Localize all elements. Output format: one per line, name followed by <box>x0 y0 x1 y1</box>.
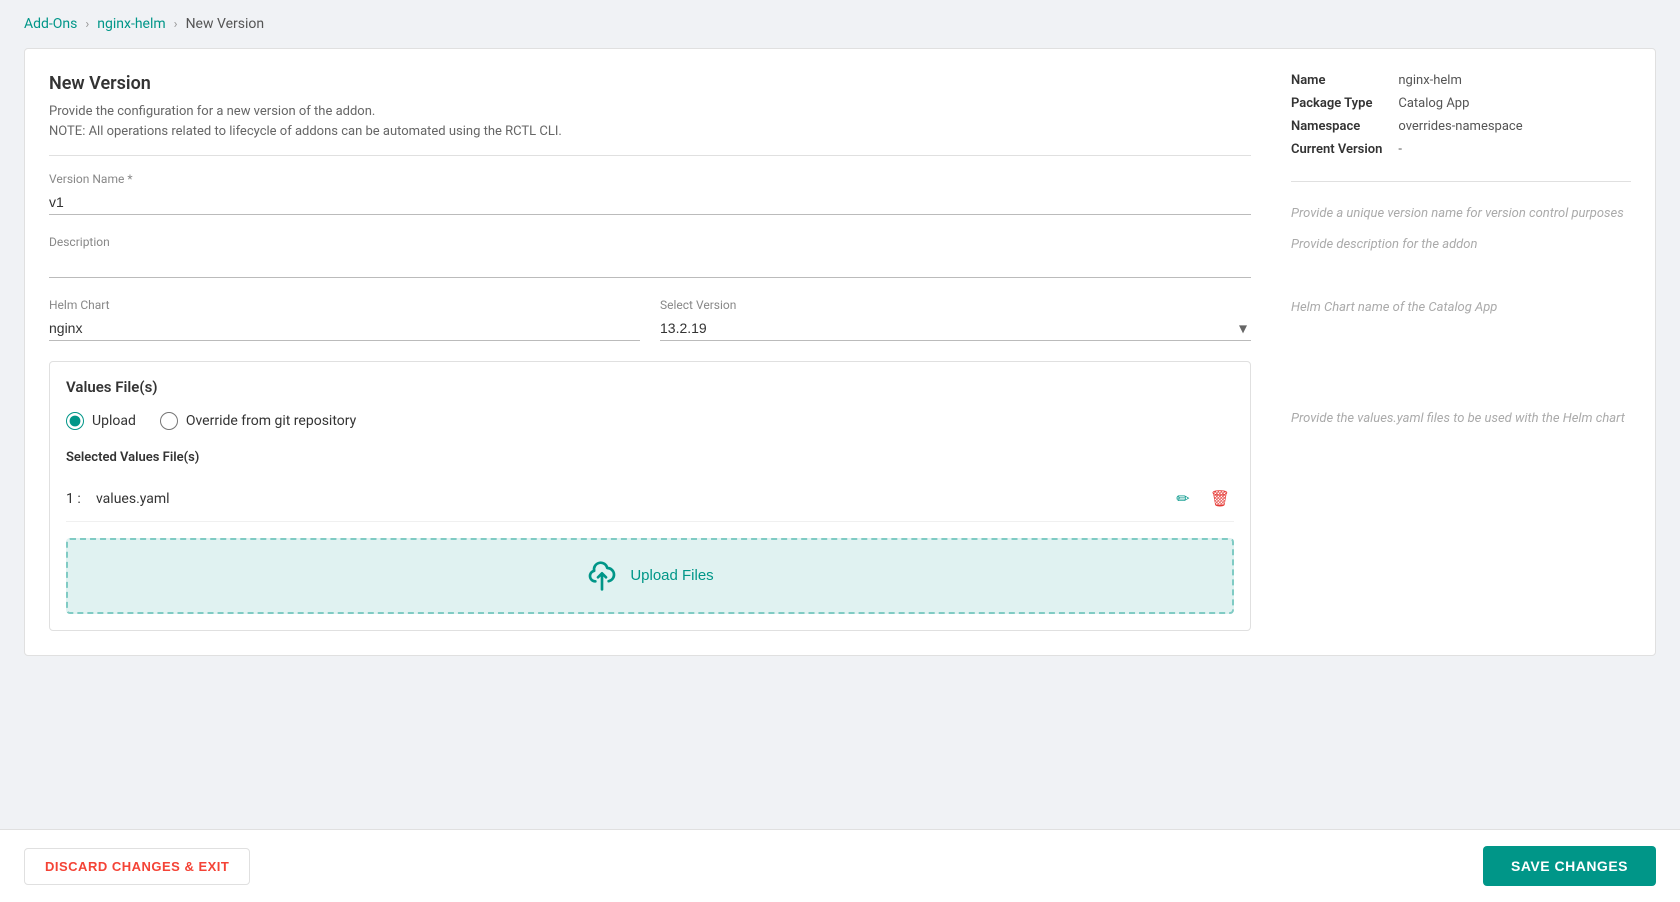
save-button[interactable]: SAVE CHANGES <box>1483 846 1656 886</box>
selected-files-label: Selected Values File(s) <box>66 450 1234 465</box>
breadcrumb-addon-link[interactable]: nginx-helm <box>97 16 165 32</box>
breadcrumb-sep-2: › <box>174 17 178 32</box>
version-name-label: Version Name * <box>49 172 1251 186</box>
divider-1 <box>49 155 1251 156</box>
main-content: New Version Provide the configuration fo… <box>0 48 1680 829</box>
description-label: Description <box>49 235 1251 249</box>
delete-file-button[interactable]: 🗑 <box>1206 485 1234 513</box>
divider-right-1 <box>1291 181 1631 182</box>
edit-icon: ✏ <box>1176 489 1189 509</box>
file-actions: ✏ 🗑 <box>1172 485 1234 513</box>
info-package-type-value: Catalog App <box>1398 96 1631 111</box>
card: New Version Provide the configuration fo… <box>24 48 1656 656</box>
select-version-label: Select Version <box>660 298 1251 312</box>
radio-upload-label: Upload <box>92 413 136 429</box>
values-files-box: Values File(s) Upload Override from git … <box>49 361 1251 631</box>
select-version-wrapper: 13.2.19 13.2.18 13.2.17 ▾ <box>660 316 1251 341</box>
radio-override-label: Override from git repository <box>186 413 356 429</box>
upload-files-label: Upload Files <box>630 567 713 584</box>
info-name-value: nginx-helm <box>1398 73 1631 88</box>
file-index: 1 : <box>66 491 96 507</box>
radio-group: Upload Override from git repository <box>66 412 1234 430</box>
breadcrumb-sep-1: › <box>85 17 89 32</box>
description-input[interactable] <box>49 253 1251 278</box>
helm-chart-hint: Helm Chart name of the Catalog App <box>1291 300 1631 315</box>
info-namespace-value: overrides-namespace <box>1398 119 1631 134</box>
radio-override-option[interactable]: Override from git repository <box>160 412 356 430</box>
upload-cloud-icon <box>586 560 618 592</box>
values-files-hint: Provide the values.yaml files to be used… <box>1291 411 1631 426</box>
edit-file-button[interactable]: ✏ <box>1172 485 1193 513</box>
select-version-col: Select Version 13.2.19 13.2.18 13.2.17 ▾ <box>660 298 1251 341</box>
helm-chart-col: Helm Chart <box>49 298 640 341</box>
breadcrumb-addons-link[interactable]: Add-Ons <box>24 16 77 32</box>
helm-chart-input[interactable] <box>49 316 640 341</box>
version-name-input[interactable] <box>49 190 1251 215</box>
info-package-type-label: Package Type <box>1291 96 1382 111</box>
page-subtitle: Provide the configuration for a new vers… <box>49 102 1251 122</box>
file-name: values.yaml <box>96 491 1172 507</box>
left-panel: New Version Provide the configuration fo… <box>49 73 1251 631</box>
info-grid: Name nginx-helm Package Type Catalog App… <box>1291 73 1631 157</box>
right-panel: Name nginx-helm Package Type Catalog App… <box>1291 73 1631 631</box>
values-files-title: Values File(s) <box>66 378 1234 396</box>
select-version-dropdown[interactable]: 13.2.19 13.2.18 13.2.17 <box>660 316 1251 340</box>
radio-upload-input[interactable] <box>66 412 84 430</box>
page-title: New Version <box>49 73 1251 94</box>
trash-icon: 🗑 <box>1210 489 1230 509</box>
radio-override-input[interactable] <box>160 412 178 430</box>
breadcrumb: Add-Ons › nginx-helm › New Version <box>0 0 1680 48</box>
version-name-section: Version Name * <box>49 172 1251 215</box>
table-row: 1 : values.yaml ✏ 🗑 <box>66 477 1234 522</box>
upload-files-button[interactable]: Upload Files <box>66 538 1234 614</box>
breadcrumb-current: New Version <box>186 16 265 32</box>
page-note: NOTE: All operations related to lifecycl… <box>49 124 1251 139</box>
helm-version-row: Helm Chart Select Version 13.2.19 13.2.1… <box>49 298 1251 341</box>
footer-bar: DISCARD CHANGES & EXIT SAVE CHANGES <box>0 829 1680 902</box>
description-section: Description <box>49 235 1251 278</box>
info-namespace-label: Namespace <box>1291 119 1382 134</box>
radio-upload-option[interactable]: Upload <box>66 412 136 430</box>
helm-chart-label: Helm Chart <box>49 298 640 312</box>
version-name-hint: Provide a unique version name for versio… <box>1291 206 1631 221</box>
info-current-version-value: - <box>1398 142 1631 157</box>
info-name-label: Name <box>1291 73 1382 88</box>
info-current-version-label: Current Version <box>1291 142 1382 157</box>
description-hint: Provide description for the addon <box>1291 237 1631 252</box>
discard-button[interactable]: DISCARD CHANGES & EXIT <box>24 848 250 885</box>
